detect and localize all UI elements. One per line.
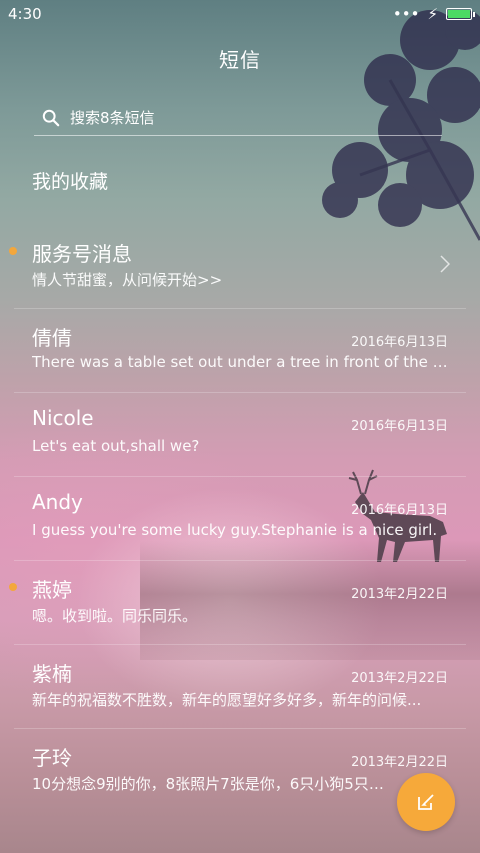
message-date: 2016年6月13日 bbox=[351, 503, 448, 518]
message-date: 2016年6月13日 bbox=[351, 419, 448, 434]
search-icon bbox=[42, 109, 60, 126]
unread-dot bbox=[9, 247, 17, 255]
status-bar: 4:30 ••• ⚡ bbox=[0, 0, 480, 28]
contact-name: 子玲 bbox=[32, 746, 72, 770]
message-preview: 新年的祝福数不胜数，新年的愿望好多好多，新年的问候... bbox=[32, 691, 422, 709]
status-time: 4:30 bbox=[8, 5, 42, 23]
contact-name: 燕婷 bbox=[32, 578, 72, 602]
search-bar[interactable]: 搜索8条短信 bbox=[34, 100, 442, 136]
search-placeholder: 搜索8条短信 bbox=[70, 109, 155, 127]
message-preview: 情人节甜蜜，从问候开始>> bbox=[32, 271, 223, 289]
message-preview: 嗯。收到啦。同乐同乐。 bbox=[32, 607, 198, 625]
message-date: 2016年6月13日 bbox=[351, 335, 448, 350]
battery-icon bbox=[446, 8, 475, 20]
status-icons: ••• ⚡ bbox=[392, 5, 475, 23]
message-date: 2013年2月22日 bbox=[351, 671, 448, 686]
message-row[interactable]: 倩倩 2016年6月13日 There was a table set out … bbox=[14, 309, 466, 393]
message-preview: 10分想念9别的你，8张照片7张是你，6只小狗5只像你... bbox=[32, 775, 392, 793]
contact-name: 紫楠 bbox=[32, 662, 72, 686]
page-title: 短信 bbox=[219, 48, 261, 72]
message-preview: Let's eat out,shall we? bbox=[32, 437, 200, 455]
message-row[interactable]: Andy 2016年6月13日 I guess you're some luck… bbox=[14, 477, 466, 561]
contact-name: 倩倩 bbox=[32, 326, 72, 350]
compose-button[interactable] bbox=[397, 773, 455, 831]
message-row[interactable]: 燕婷 2013年2月22日 嗯。收到啦。同乐同乐。 bbox=[9, 561, 466, 645]
message-date: 2013年2月22日 bbox=[351, 587, 448, 602]
favorites-link[interactable]: 我的收藏 bbox=[32, 167, 108, 194]
contact-name: 服务号消息 bbox=[32, 242, 132, 266]
message-preview: I guess you're some lucky guy.Stephanie … bbox=[32, 521, 438, 539]
message-preview: There was a table set out under a tree i… bbox=[32, 353, 450, 371]
battery-fill bbox=[448, 10, 470, 18]
message-list: 服务号消息 情人节甜蜜，从问候开始>> 倩倩 2016年6月13日 There … bbox=[9, 225, 466, 813]
message-date: 2013年2月22日 bbox=[351, 755, 448, 770]
compose-icon bbox=[418, 794, 434, 810]
contact-name: Nicole bbox=[32, 406, 94, 430]
message-row[interactable]: 紫楠 2013年2月22日 新年的祝福数不胜数，新年的愿望好多好多，新年的问候.… bbox=[14, 645, 466, 729]
message-row-service[interactable]: 服务号消息 情人节甜蜜，从问候开始>> bbox=[9, 225, 466, 309]
chevron-right-icon bbox=[440, 255, 450, 273]
unread-dot bbox=[9, 583, 17, 591]
contact-name: Andy bbox=[32, 490, 83, 514]
charging-icon: ⚡ bbox=[427, 5, 438, 23]
more-dots-icon: ••• bbox=[392, 5, 420, 23]
message-row[interactable]: Nicole 2016年6月13日 Let's eat out,shall we… bbox=[14, 393, 466, 477]
